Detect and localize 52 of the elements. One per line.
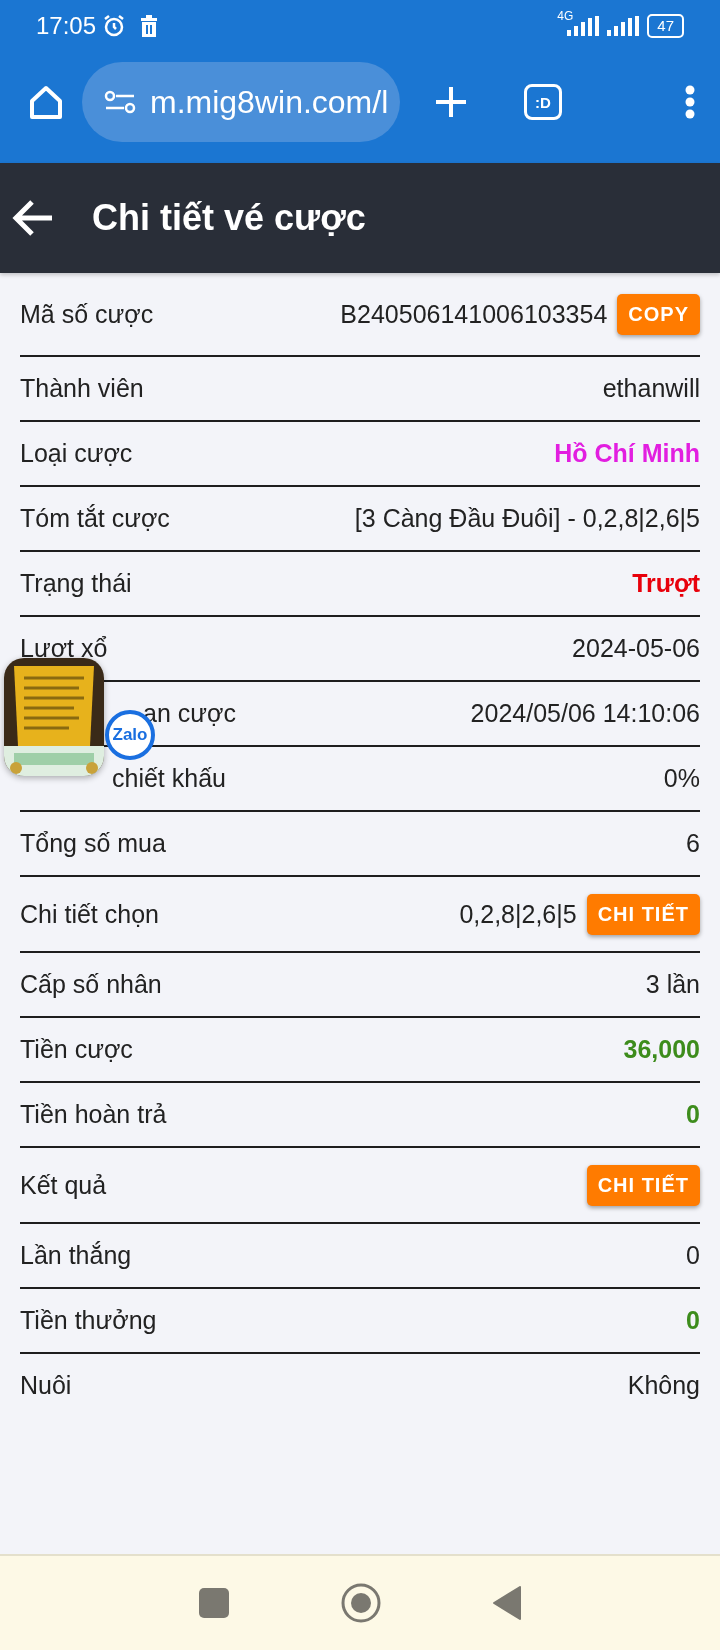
field-label: Tổng số mua bbox=[20, 829, 166, 858]
address-bar[interactable]: m.mig8win.com/l bbox=[82, 62, 400, 142]
status-time: 17:05 bbox=[36, 12, 97, 40]
home-icon[interactable] bbox=[28, 84, 64, 120]
network-label: 4G bbox=[557, 10, 574, 22]
field-value: B240506141006103354 bbox=[340, 299, 608, 329]
field-label: Cấp số nhân bbox=[20, 970, 162, 999]
field-label: Lượt xổ bbox=[20, 634, 108, 663]
field-label: Lần thắng bbox=[20, 1241, 132, 1270]
tab-switcher-button[interactable]: :D bbox=[524, 84, 562, 120]
field-value: [3 Càng Đầu Đuôi] - 0,2,8|2,6|5 bbox=[354, 504, 700, 533]
field-value: Trượt bbox=[632, 569, 700, 598]
field-value: 36,000 bbox=[623, 1035, 700, 1064]
field-label: Chi tiết chọn bbox=[20, 899, 159, 929]
field-value: Hồ Chí Minh bbox=[554, 439, 700, 468]
field-label: Kết quả bbox=[20, 1170, 107, 1200]
field-label: Tiền cược bbox=[20, 1035, 133, 1064]
recents-icon[interactable] bbox=[199, 1588, 229, 1618]
battery-level: 47 bbox=[647, 14, 684, 38]
field-label: Tiền thưởng bbox=[20, 1306, 157, 1335]
field-label: Loại cược bbox=[20, 439, 133, 468]
signal-icon bbox=[607, 16, 642, 36]
more-options-icon[interactable] bbox=[684, 85, 696, 119]
page-title: Chi tiết vé cược bbox=[92, 197, 366, 239]
field-value: ethanwill bbox=[602, 374, 700, 403]
details-button[interactable]: CHI TIẾT bbox=[586, 1164, 700, 1206]
field-value: 0% bbox=[663, 764, 700, 793]
field-value: 0 bbox=[686, 1306, 700, 1335]
back-icon[interactable] bbox=[493, 1586, 521, 1620]
field-value: Không bbox=[627, 1371, 700, 1400]
field-value: 0 bbox=[686, 1241, 700, 1270]
field-label: Trạng thái bbox=[20, 569, 132, 598]
field-label: chiết khấu bbox=[112, 764, 226, 793]
new-tab-icon[interactable] bbox=[434, 85, 468, 119]
field-value: 2024-05-06 bbox=[572, 634, 700, 663]
field-value: 0,2,8|2,6|5 bbox=[459, 899, 577, 929]
field-value: 2024/05/06 14:10:06 bbox=[470, 699, 700, 728]
field-label: Tiền hoàn trả bbox=[20, 1100, 167, 1129]
url-text: m.mig8win.com/l bbox=[150, 83, 389, 121]
copy-button[interactable]: COPY bbox=[617, 293, 700, 335]
home-button-icon[interactable] bbox=[341, 1583, 381, 1623]
site-settings-icon[interactable] bbox=[104, 90, 136, 114]
field-label: Nuôi bbox=[20, 1371, 72, 1400]
trash-icon bbox=[140, 15, 159, 37]
field-label: Tóm tắt cược bbox=[20, 504, 170, 533]
details-button[interactable]: CHI TIẾT bbox=[586, 893, 700, 935]
field-label: Mã số cược bbox=[20, 299, 154, 329]
field-value: 0 bbox=[686, 1100, 700, 1129]
back-arrow-icon[interactable] bbox=[12, 199, 54, 237]
field-value: 3 lần bbox=[645, 970, 700, 999]
field-label: Thành viên bbox=[20, 374, 144, 403]
field-value: 6 bbox=[686, 829, 700, 858]
